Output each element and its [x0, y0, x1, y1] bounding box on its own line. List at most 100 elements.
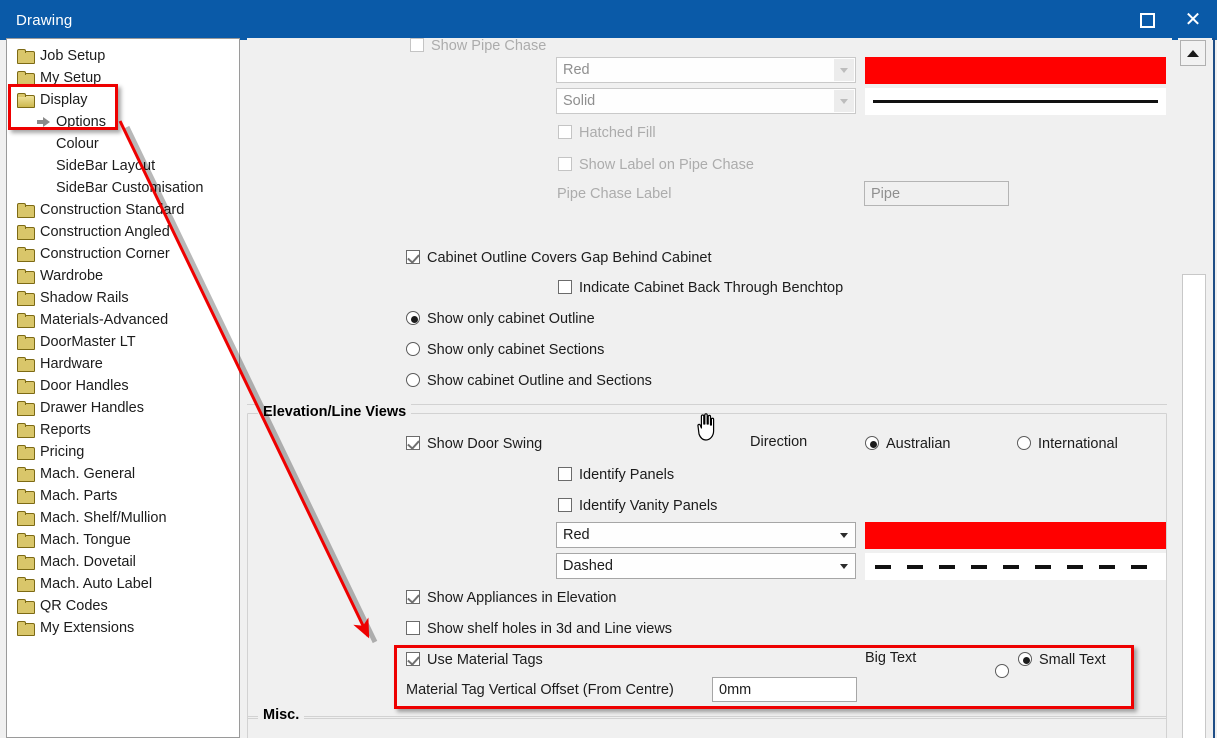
sidebar-item-doormaster-lt[interactable]: DoorMaster LT — [7, 331, 239, 353]
show-appliances-in-elevation-checkbox[interactable]: Show Appliances in Elevation — [406, 589, 616, 607]
radio-show-cabinet-outline-and-sections[interactable]: Show cabinet Outline and Sections — [406, 372, 652, 390]
indicate-cabinet-back-checkbox[interactable]: Indicate Cabinet Back Through Benchtop — [558, 279, 843, 297]
identify-panels-checkbox[interactable]: Identify Panels — [558, 466, 674, 484]
sidebar-item-label: Pricing — [40, 444, 85, 460]
radio-small-text[interactable]: Small Text — [1018, 651, 1106, 669]
checkbox-label: Indicate Cabinet Back Through Benchtop — [579, 280, 844, 296]
sidebar-item-wardrobe[interactable]: Wardrobe — [7, 265, 239, 287]
show-pipe-chase-checkbox[interactable]: Show Pipe Chase — [410, 38, 546, 55]
big-text-label: Big Text — [865, 650, 917, 666]
checkbox-box — [558, 125, 572, 139]
radio-label: International — [1038, 436, 1118, 452]
sidebar-item-mach-auto-label[interactable]: Mach. Auto Label — [7, 573, 239, 595]
sidebar-item-colour[interactable]: Colour — [7, 133, 239, 155]
elevation-colour-swatch — [865, 522, 1166, 549]
settings-tree-panel[interactable]: Job Setup My Setup Display Options Colou… — [6, 38, 240, 738]
cabinet-outline-covers-gap-checkbox[interactable]: Cabinet Outline Covers Gap Behind Cabine… — [406, 249, 712, 267]
chevron-down-icon[interactable] — [834, 555, 854, 577]
checkbox-box — [406, 250, 420, 264]
pipe-chase-label-label: Pipe Chase Label — [557, 186, 672, 202]
checkbox-label: Show Appliances in Elevation — [427, 590, 617, 606]
sidebar-item-my-setup[interactable]: My Setup — [7, 67, 239, 89]
sidebar-item-mach-tongue[interactable]: Mach. Tongue — [7, 529, 239, 551]
sidebar-item-mach-general[interactable]: Mach. General — [7, 463, 239, 485]
pipe-chase-colour-combo[interactable]: Red — [556, 57, 856, 83]
use-material-tags-checkbox[interactable]: Use Material Tags — [406, 651, 543, 669]
show-door-swing-checkbox[interactable]: Show Door Swing — [406, 435, 542, 453]
sidebar-item-construction-standard[interactable]: Construction Standard — [7, 199, 239, 221]
scrollbar-thumb[interactable] — [1182, 274, 1206, 738]
sidebar-item-drawer-handles[interactable]: Drawer Handles — [7, 397, 239, 419]
radio-circle — [406, 311, 420, 325]
folder-icon — [17, 291, 35, 306]
show-label-on-pipe-chase-checkbox[interactable]: Show Label on Pipe Chase — [558, 156, 754, 174]
folder-icon — [17, 225, 35, 240]
elevation-colour-combo[interactable]: Red — [556, 522, 856, 548]
radio-show-only-cabinet-outline[interactable]: Show only cabinet Outline — [406, 310, 595, 328]
sidebar-item-qr-codes[interactable]: QR Codes — [7, 595, 239, 617]
sidebar-item-materials-advanced[interactable]: Materials-Advanced — [7, 309, 239, 331]
sidebar-item-label: Mach. Parts — [40, 488, 118, 504]
checkbox-box — [558, 157, 572, 171]
radio-show-only-cabinet-sections[interactable]: Show only cabinet Sections — [406, 341, 604, 359]
sidebar-item-display[interactable]: Display — [7, 89, 239, 111]
sidebar-item-shadow-rails[interactable]: Shadow Rails — [7, 287, 239, 309]
folder-icon — [17, 489, 35, 504]
window-right-edge — [1213, 38, 1215, 738]
radio-direction-australian[interactable]: Australian — [865, 435, 950, 453]
checkbox-label: Show Pipe Chase — [431, 38, 547, 54]
maximize-button[interactable] — [1124, 0, 1170, 40]
options-content-panel: Show Pipe Chase Colour Red Line Style So… — [247, 38, 1172, 738]
checkbox-box — [406, 436, 420, 450]
sidebar-item-pricing[interactable]: Pricing — [7, 441, 239, 463]
checkbox-box — [406, 652, 420, 666]
folder-icon — [17, 445, 35, 460]
radio-circle — [865, 436, 879, 450]
sidebar-item-label: Reports — [40, 422, 91, 438]
identify-vanity-panels-checkbox[interactable]: Identify Vanity Panels — [558, 497, 717, 515]
checkbox-label: Show shelf holes in 3d and Line views — [427, 621, 673, 637]
misc-group: Misc. — [247, 707, 1167, 738]
sidebar-item-label: Display — [40, 92, 88, 108]
checkbox-label: Show Door Swing — [427, 436, 543, 452]
sidebar-item-mach-parts[interactable]: Mach. Parts — [7, 485, 239, 507]
sidebar-item-hardware[interactable]: Hardware — [7, 353, 239, 375]
sidebar-item-mach-dovetail[interactable]: Mach. Dovetail — [7, 551, 239, 573]
material-tag-offset-input[interactable]: 0mm — [712, 677, 857, 702]
sidebar-item-label: Hardware — [40, 356, 103, 372]
radio-big-text[interactable] — [995, 651, 1011, 678]
hatched-fill-checkbox[interactable]: Hatched Fill — [558, 124, 656, 142]
sidebar-item-construction-corner[interactable]: Construction Corner — [7, 243, 239, 265]
sidebar-item-options[interactable]: Options — [7, 111, 239, 133]
sidebar-item-label: My Setup — [40, 70, 102, 86]
chevron-down-icon[interactable] — [834, 524, 854, 546]
sidebar-item-my-extensions[interactable]: My Extensions — [7, 617, 239, 639]
folder-icon — [17, 401, 35, 416]
show-shelf-holes-checkbox[interactable]: Show shelf holes in 3d and Line views — [406, 620, 672, 638]
sidebar-item-door-handles[interactable]: Door Handles — [7, 375, 239, 397]
folder-icon — [17, 577, 35, 592]
misc-group-title: Misc. — [258, 707, 305, 723]
sidebar-item-label: Mach. Tongue — [40, 532, 131, 548]
elevation-linestyle-combo[interactable]: Dashed — [556, 553, 856, 579]
folder-icon — [17, 555, 35, 570]
sidebar-item-sidebar-layout[interactable]: SideBar Layout — [7, 155, 239, 177]
scroll-up-button[interactable] — [1180, 40, 1206, 66]
pipe-chase-linestyle-combo[interactable]: Solid — [556, 88, 856, 114]
sidebar-item-mach-shelf-mullion[interactable]: Mach. Shelf/Mullion — [7, 507, 239, 529]
sidebar-item-sidebar-customisation[interactable]: SideBar Customisation — [7, 177, 239, 199]
sidebar-item-job-setup[interactable]: Job Setup — [7, 45, 239, 67]
material-tag-offset-label: Material Tag Vertical Offset (From Centr… — [406, 682, 674, 698]
pipe-chase-label-input[interactable]: Pipe — [864, 181, 1009, 206]
radio-direction-international[interactable]: International — [1017, 435, 1118, 453]
close-button[interactable]: ✕ — [1170, 0, 1216, 40]
folder-icon — [17, 379, 35, 394]
vertical-scrollbar[interactable] — [1178, 38, 1212, 738]
sidebar-item-label: Mach. Auto Label — [40, 576, 153, 592]
chevron-down-icon[interactable] — [834, 59, 854, 81]
folder-icon — [17, 203, 35, 218]
sidebar-item-reports[interactable]: Reports — [7, 419, 239, 441]
triangle-up-icon — [1187, 49, 1199, 57]
sidebar-item-construction-angled[interactable]: Construction Angled — [7, 221, 239, 243]
chevron-down-icon[interactable] — [834, 90, 854, 112]
